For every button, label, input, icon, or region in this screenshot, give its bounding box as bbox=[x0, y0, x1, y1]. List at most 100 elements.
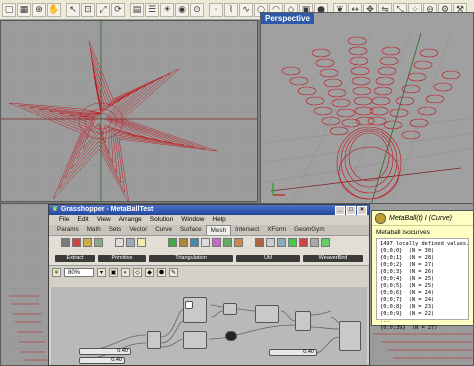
top-viewport[interactable] bbox=[0, 20, 258, 202]
mesh-component-icon[interactable] bbox=[223, 238, 232, 247]
wireframe-icon[interactable]: ◇ bbox=[133, 267, 142, 277]
tab-params[interactable]: Params bbox=[53, 225, 83, 235]
perspective-viewport-title[interactable]: Perspective bbox=[261, 13, 314, 24]
panel-line: {0;0;5} (N = 25) bbox=[380, 283, 435, 289]
sketch-icon[interactable]: ✎ bbox=[169, 267, 178, 277]
mesh-component-icon[interactable] bbox=[72, 238, 81, 247]
ribbon-group-triangulation[interactable]: Triangulation bbox=[149, 255, 233, 262]
ribbon-group-labels: Extract Primitive Triangulation Util Wea… bbox=[55, 255, 365, 262]
mesh-component-icon[interactable] bbox=[190, 238, 199, 247]
zoom-icon[interactable]: ⊕ bbox=[32, 2, 46, 17]
mesh-component-icon[interactable] bbox=[201, 238, 210, 247]
mesh-component-icon[interactable] bbox=[310, 238, 319, 247]
perspective-viewport[interactable]: Perspective bbox=[260, 12, 474, 204]
grasshopper-logo-icon: ❦ bbox=[52, 206, 58, 213]
tab-mesh[interactable]: Mesh bbox=[205, 225, 232, 235]
slider-value: 0.40 bbox=[111, 357, 122, 363]
mesh-component-icon[interactable] bbox=[115, 238, 124, 247]
point-icon[interactable]: · bbox=[209, 2, 223, 17]
menu-help[interactable]: Help bbox=[212, 215, 225, 225]
new-file-icon[interactable]: ▢ bbox=[2, 2, 16, 17]
tab-intersect[interactable]: Intersect bbox=[231, 225, 263, 235]
layer-icon[interactable]: ▤ bbox=[130, 2, 144, 17]
tab-math[interactable]: Math bbox=[83, 225, 105, 235]
component-node[interactable] bbox=[255, 305, 279, 323]
panel-line: {0;0;7} (N = 24) bbox=[380, 297, 435, 303]
component-ribbon: Extract Primitive Triangulation Util Wea… bbox=[49, 235, 369, 266]
close-icon[interactable]: × bbox=[357, 205, 367, 215]
tab-sets[interactable]: Sets bbox=[105, 225, 126, 235]
ribbon-group-extract[interactable]: Extract bbox=[55, 255, 95, 262]
mesh-component-icon[interactable] bbox=[168, 238, 177, 247]
render-icon[interactable]: ◉ bbox=[175, 2, 189, 17]
mesh-component-icon[interactable] bbox=[234, 238, 243, 247]
minimize-icon[interactable]: _ bbox=[335, 205, 345, 215]
panel-line: {0;0;1} (N = 28) bbox=[380, 255, 435, 261]
shaded-icon[interactable]: ◆ bbox=[145, 267, 154, 277]
panel-line: {0;0;39} (N = 27) bbox=[380, 325, 438, 331]
number-slider[interactable]: 0.40 bbox=[79, 348, 131, 355]
select-icon[interactable]: ↖ bbox=[66, 2, 80, 17]
mesh-component-icon[interactable] bbox=[255, 238, 264, 247]
mesh-component-icon[interactable] bbox=[212, 238, 221, 247]
metaball-component[interactable] bbox=[339, 321, 361, 351]
zoom-extents-icon[interactable]: ⤢ bbox=[96, 2, 110, 17]
osnap-icon[interactable]: ⊙ bbox=[190, 2, 204, 17]
tooltip-subtitle: Metaball isocurves bbox=[376, 229, 430, 236]
preview-icon[interactable]: ◐ bbox=[121, 267, 130, 277]
canvas-toolbar: ❦ 80% ▾ ▣ ◐ ◇ ◆ ⬢ ✎ bbox=[49, 266, 369, 278]
menu-file[interactable]: File bbox=[59, 215, 69, 225]
menu-arrange[interactable]: Arrange bbox=[119, 215, 142, 225]
ribbon-icons bbox=[61, 238, 330, 247]
component-node[interactable] bbox=[295, 311, 311, 331]
ribbon-group-weaverbird[interactable]: WeaverBird bbox=[303, 255, 363, 262]
component-node[interactable] bbox=[185, 301, 193, 309]
grasshopper-logo-icon[interactable]: ❦ bbox=[52, 267, 61, 277]
tab-geomgym[interactable]: GeomGym bbox=[290, 225, 328, 235]
number-slider[interactable]: 0.40 bbox=[269, 349, 317, 356]
menu-window[interactable]: Window bbox=[181, 215, 204, 225]
component-node[interactable] bbox=[223, 303, 237, 315]
ribbon-group-primitive[interactable]: Primitive bbox=[98, 255, 146, 262]
properties-icon[interactable]: ☰ bbox=[145, 2, 159, 17]
mesh-component-icon[interactable] bbox=[83, 238, 92, 247]
mesh-component-icon[interactable] bbox=[137, 238, 146, 247]
pan-icon[interactable]: ✋ bbox=[47, 2, 61, 17]
component-node[interactable] bbox=[225, 331, 237, 341]
grid-icon[interactable]: ▦ bbox=[17, 2, 31, 17]
slider-value: 0.40 bbox=[117, 348, 128, 354]
mesh-component-icon[interactable] bbox=[299, 238, 308, 247]
number-slider[interactable]: 0.40 bbox=[79, 357, 125, 364]
light-icon[interactable]: ☀ bbox=[160, 2, 174, 17]
zoom-dropdown-icon[interactable]: ▾ bbox=[97, 267, 106, 277]
mesh-component-icon[interactable] bbox=[277, 238, 286, 247]
menu-edit[interactable]: Edit bbox=[77, 215, 88, 225]
menu-solution[interactable]: Solution bbox=[150, 215, 174, 225]
mesh-component-icon[interactable] bbox=[321, 238, 330, 247]
mesh-component-icon[interactable] bbox=[179, 238, 188, 247]
data-panel: 1497 locally defined values. {0;0;0} (N … bbox=[376, 238, 469, 331]
grasshopper-titlebar[interactable]: ❦ Grasshopper - MetaBallTest _ □ × bbox=[49, 205, 369, 215]
ribbon-group-util[interactable]: Util bbox=[236, 255, 300, 262]
mesh-component-icon[interactable] bbox=[266, 238, 275, 247]
mesh-component-icon[interactable] bbox=[288, 238, 297, 247]
tab-curve[interactable]: Curve bbox=[151, 225, 176, 235]
mesh-component-icon[interactable] bbox=[94, 238, 103, 247]
component-node[interactable] bbox=[183, 331, 207, 349]
tab-surface[interactable]: Surface bbox=[176, 225, 206, 235]
maximize-icon[interactable]: □ bbox=[346, 205, 356, 215]
zoom-window-icon[interactable]: ⊡ bbox=[81, 2, 95, 17]
tab-xform[interactable]: XForm bbox=[263, 225, 290, 235]
component-node[interactable] bbox=[147, 331, 161, 349]
grasshopper-canvas[interactable]: 0.40 0.40 0.40 bbox=[51, 287, 367, 365]
bake-icon[interactable]: ⬢ bbox=[157, 267, 166, 277]
menu-view[interactable]: View bbox=[97, 215, 111, 225]
tab-vector[interactable]: Vector bbox=[125, 225, 151, 235]
mesh-component-icon[interactable] bbox=[61, 238, 70, 247]
polyline-icon[interactable]: ⌇ bbox=[224, 2, 238, 17]
mesh-component-icon[interactable] bbox=[126, 238, 135, 247]
save-icon[interactable]: ▣ bbox=[109, 267, 118, 277]
rotate-view-icon[interactable]: ⟳ bbox=[111, 2, 125, 17]
curve-icon[interactable]: ∿ bbox=[239, 2, 253, 17]
zoom-level-field[interactable]: 80% bbox=[64, 267, 94, 277]
